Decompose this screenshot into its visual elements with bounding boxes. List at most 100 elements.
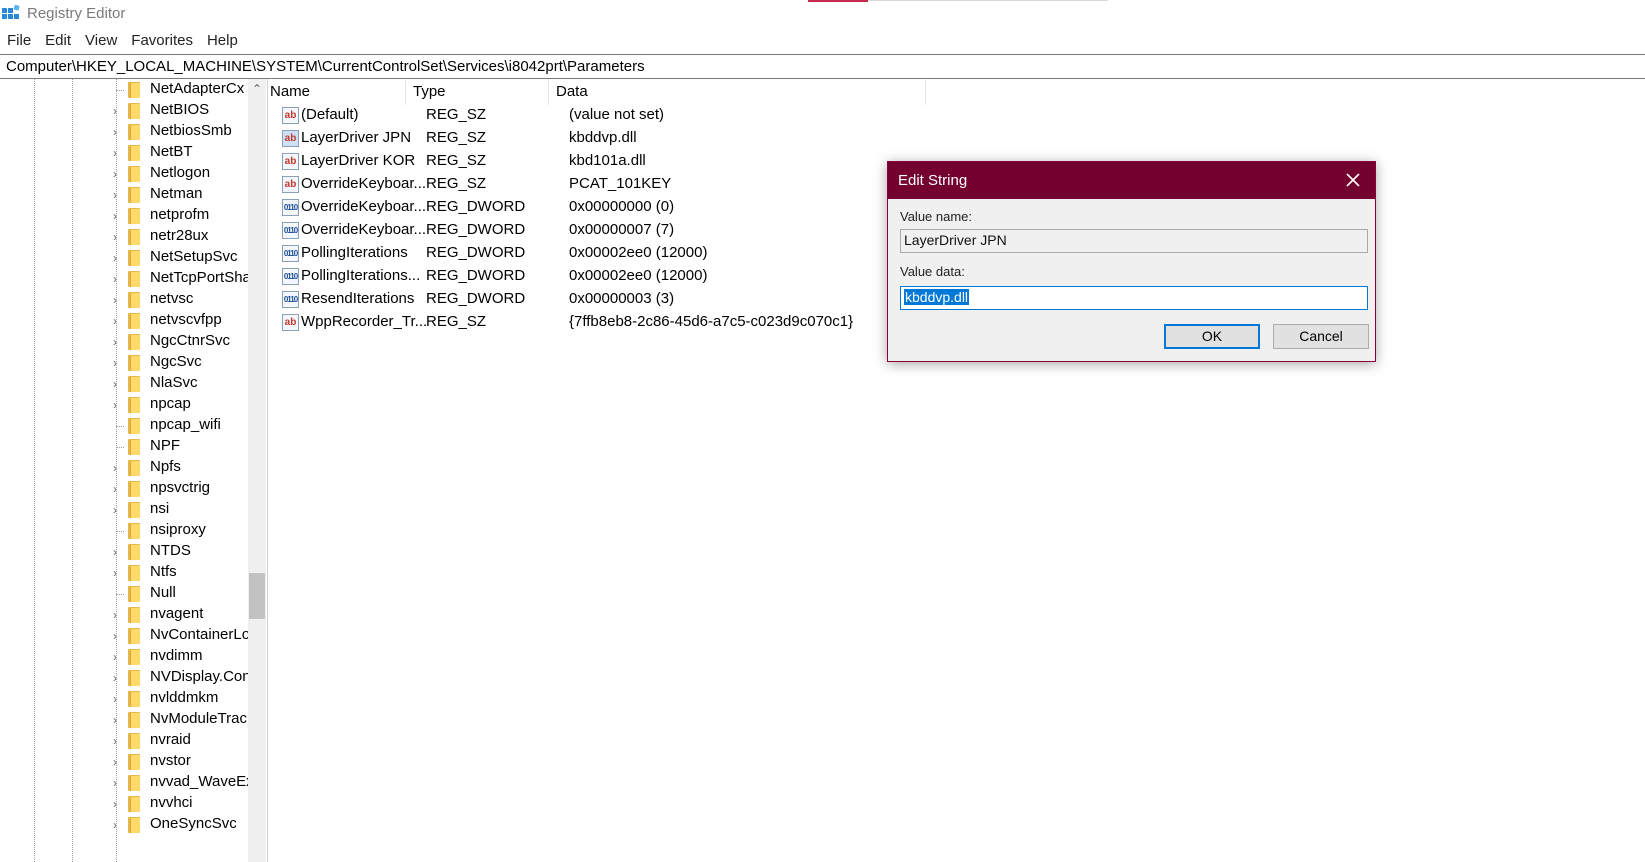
- tree-item[interactable]: › nvstor: [0, 751, 248, 773]
- expand-chevron-icon[interactable]: ›: [108, 629, 122, 643]
- folder-icon: [128, 565, 140, 581]
- tree-item[interactable]: › Netman: [0, 184, 248, 206]
- menu-edit[interactable]: Edit: [38, 30, 78, 52]
- tree-item[interactable]: › nvvad_WaveEx: [0, 772, 254, 794]
- column-header-data[interactable]: Data: [556, 83, 588, 100]
- value-data-input[interactable]: kbddvp.dll: [900, 286, 1368, 310]
- column-header-type[interactable]: Type: [413, 83, 446, 100]
- tree-item[interactable]: › NetbiosSmb: [0, 121, 248, 143]
- column-divider[interactable]: [548, 79, 549, 105]
- value-row[interactable]: ab (Default) REG_SZ (value not set): [270, 104, 1170, 127]
- expand-chevron-icon[interactable]: ›: [108, 335, 122, 349]
- tree-item[interactable]: › NvModuleTrac: [0, 709, 248, 731]
- scroll-up-arrow-icon[interactable]: ⌃: [248, 79, 266, 99]
- expand-chevron-icon[interactable]: ›: [108, 125, 122, 139]
- expand-chevron-icon[interactable]: ›: [108, 188, 122, 202]
- tree-item[interactable]: NetAdapterCx: [0, 79, 248, 101]
- tree-item[interactable]: › nvraid: [0, 730, 248, 752]
- tree-item[interactable]: › NgcSvc: [0, 352, 248, 374]
- expand-chevron-icon[interactable]: ›: [108, 545, 122, 559]
- tree-item[interactable]: › Ntfs: [0, 562, 248, 584]
- value-name-label: Value name:: [900, 209, 973, 224]
- value-row[interactable]: ab LayerDriver JPN REG_SZ kbddvp.dll: [270, 127, 1170, 150]
- tree-item[interactable]: › npcap: [0, 394, 248, 416]
- tree-item[interactable]: › Npfs: [0, 457, 248, 479]
- expand-chevron-icon[interactable]: ›: [108, 776, 122, 790]
- tree-item[interactable]: › NetSetupSvc: [0, 247, 248, 269]
- tree-item-label: Ntfs: [150, 563, 177, 580]
- tree-item[interactable]: › NVDisplay.Con: [0, 667, 251, 689]
- expand-chevron-icon[interactable]: ›: [108, 503, 122, 517]
- expand-chevron-icon[interactable]: ›: [108, 461, 122, 475]
- expand-chevron-icon[interactable]: ›: [108, 251, 122, 265]
- tree-item[interactable]: › NetBIOS: [0, 100, 248, 122]
- tree-item[interactable]: Null: [0, 583, 248, 605]
- ok-button[interactable]: OK: [1164, 324, 1260, 349]
- column-header-name[interactable]: Name: [270, 83, 310, 100]
- expand-chevron-icon[interactable]: ›: [108, 734, 122, 748]
- tree-item[interactable]: › npsvctrig: [0, 478, 248, 500]
- key-tree-pane[interactable]: NetAdapterCx › NetBIOS › NetbiosSmb › NetBT › Ne…: [0, 79, 268, 862]
- tree-item[interactable]: › nvdimm: [0, 646, 248, 668]
- expand-chevron-icon[interactable]: ›: [108, 146, 122, 160]
- expand-chevron-icon[interactable]: ›: [108, 167, 122, 181]
- column-divider[interactable]: [925, 79, 926, 105]
- tree-item[interactable]: › NetBT: [0, 142, 248, 164]
- menu-file[interactable]: File: [0, 30, 38, 52]
- tree-item[interactable]: › netprofm: [0, 205, 248, 227]
- expand-chevron-icon[interactable]: ›: [108, 692, 122, 706]
- tree-item[interactable]: › nsi: [0, 499, 248, 521]
- tree-item[interactable]: › NetTcpPortSha: [0, 268, 251, 290]
- expand-chevron-icon[interactable]: ›: [108, 398, 122, 412]
- menu-view[interactable]: View: [78, 30, 124, 52]
- tree-connector-line: [116, 426, 124, 427]
- expand-chevron-icon[interactable]: ›: [108, 230, 122, 244]
- folder-icon: [128, 82, 140, 98]
- folder-icon: [128, 796, 140, 812]
- tree-scroll-thumb[interactable]: [249, 573, 265, 619]
- expand-chevron-icon[interactable]: ›: [108, 671, 122, 685]
- tree-item[interactable]: › NvContainerLo: [0, 625, 250, 647]
- tree-item[interactable]: › nvvhci: [0, 793, 248, 815]
- menu-help[interactable]: Help: [200, 30, 245, 52]
- value-data-text[interactable]: kbddvp.dll: [904, 289, 970, 305]
- folder-icon: [128, 502, 140, 518]
- tree-item[interactable]: › netvsc: [0, 289, 248, 311]
- cancel-button[interactable]: Cancel: [1273, 324, 1369, 349]
- column-divider[interactable]: [405, 79, 406, 105]
- expand-chevron-icon[interactable]: ›: [108, 818, 122, 832]
- expand-chevron-icon[interactable]: ›: [108, 314, 122, 328]
- expand-chevron-icon[interactable]: ›: [108, 608, 122, 622]
- expand-chevron-icon[interactable]: ›: [108, 650, 122, 664]
- expand-chevron-icon[interactable]: ›: [108, 482, 122, 496]
- tree-item[interactable]: › NgcCtnrSvc: [0, 331, 248, 353]
- tree-item[interactable]: npcap_wifi: [0, 415, 248, 437]
- close-icon[interactable]: [1341, 168, 1365, 192]
- tree-item[interactable]: › NlaSvc: [0, 373, 248, 395]
- value-type: REG_SZ: [426, 313, 487, 330]
- expand-chevron-icon[interactable]: ›: [108, 104, 122, 118]
- tree-item[interactable]: › nvlddmkm: [0, 688, 248, 710]
- tree-item[interactable]: NPF: [0, 436, 248, 458]
- expand-chevron-icon[interactable]: ›: [108, 713, 122, 727]
- tree-item[interactable]: nsiproxy: [0, 520, 248, 542]
- string-value-icon: ab: [282, 130, 299, 147]
- tree-item[interactable]: › Netlogon: [0, 163, 248, 185]
- tree-scrollbar[interactable]: ⌃: [248, 79, 266, 862]
- expand-chevron-icon[interactable]: ›: [108, 293, 122, 307]
- expand-chevron-icon[interactable]: ›: [108, 272, 122, 286]
- menu-favorites[interactable]: Favorites: [124, 30, 200, 52]
- expand-chevron-icon[interactable]: ›: [108, 797, 122, 811]
- tree-item[interactable]: › netvscvfpp: [0, 310, 248, 332]
- tree-item[interactable]: › nvagent: [0, 604, 248, 626]
- tree-item[interactable]: › NTDS: [0, 541, 248, 563]
- address-path[interactable]: Computer\HKEY_LOCAL_MACHINE\SYSTEM\Curre…: [6, 58, 645, 75]
- expand-chevron-icon[interactable]: ›: [108, 755, 122, 769]
- tree-item[interactable]: › OneSyncSvc: [0, 814, 248, 836]
- expand-chevron-icon[interactable]: ›: [108, 377, 122, 391]
- address-bar[interactable]: Computer\HKEY_LOCAL_MACHINE\SYSTEM\Curre…: [0, 54, 1645, 79]
- tree-item[interactable]: › netr28ux: [0, 226, 248, 248]
- expand-chevron-icon[interactable]: ›: [108, 209, 122, 223]
- expand-chevron-icon[interactable]: ›: [108, 356, 122, 370]
- expand-chevron-icon[interactable]: ›: [108, 566, 122, 580]
